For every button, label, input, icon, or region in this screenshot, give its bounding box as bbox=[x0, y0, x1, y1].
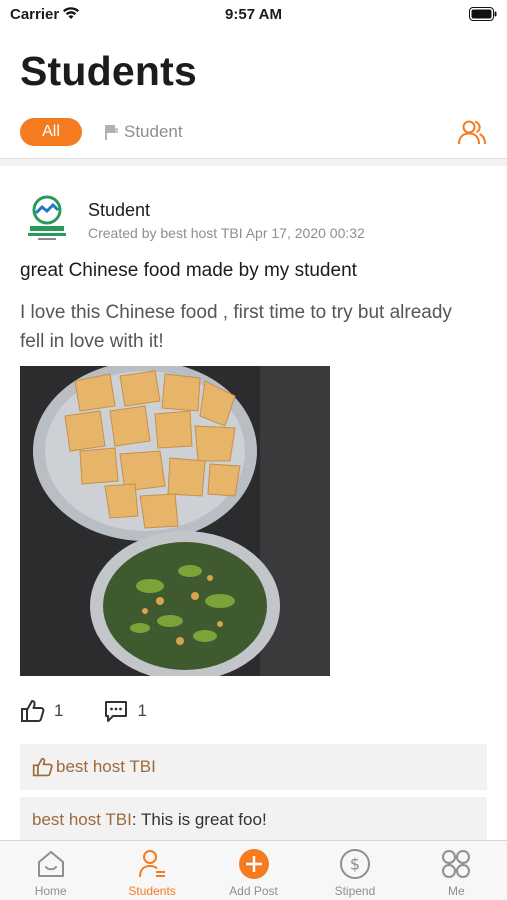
flag-icon bbox=[105, 125, 118, 140]
post-meta: Created by best host TBI Apr 17, 2020 00… bbox=[88, 225, 365, 241]
post-image[interactable] bbox=[20, 366, 330, 676]
likes-summary: best host TBI bbox=[20, 744, 487, 790]
comment-button[interactable]: 1 bbox=[103, 698, 147, 724]
tab-me-label: Me bbox=[447, 884, 465, 898]
tab-bar: Home Students Add Post $ Stipend Me bbox=[0, 840, 507, 900]
post-title: great Chinese food made by my student bbox=[20, 260, 357, 281]
tab-stipend[interactable]: $ Stipend bbox=[304, 841, 405, 900]
comment-author[interactable]: best host TBI bbox=[32, 810, 132, 830]
home-icon bbox=[37, 851, 64, 877]
dollar-icon: $ bbox=[339, 849, 370, 879]
tab-add-post[interactable]: Add Post bbox=[203, 841, 304, 900]
thumbs-up-icon bbox=[21, 700, 45, 722]
filter-row: All Student bbox=[0, 114, 507, 152]
post-body: I love this Chinese food , first time to… bbox=[20, 302, 452, 352]
add-icon bbox=[238, 849, 269, 879]
likes-user[interactable]: best host TBI bbox=[56, 757, 156, 777]
comment-text: : This is great foo! bbox=[131, 810, 267, 829]
tab-stipend-label: Stipend bbox=[334, 884, 376, 898]
status-bar: Carrier 9:57 AM bbox=[0, 0, 507, 30]
filter-all-chip[interactable]: All bbox=[20, 118, 82, 146]
comment-item: best host TBI : This is great foo! bbox=[20, 797, 487, 843]
clock: 9:57 AM bbox=[225, 6, 282, 23]
comment-icon bbox=[105, 701, 128, 722]
tab-add-post-label: Add Post bbox=[229, 884, 278, 898]
student-icon bbox=[139, 850, 166, 878]
tab-home[interactable]: Home bbox=[0, 841, 101, 900]
comment-count: 1 bbox=[137, 701, 147, 720]
post-author[interactable]: Student bbox=[88, 200, 150, 221]
like-button[interactable]: 1 bbox=[20, 698, 63, 724]
people-icon[interactable] bbox=[457, 117, 487, 147]
section-divider bbox=[0, 158, 507, 166]
like-count: 1 bbox=[54, 701, 64, 720]
battery-icon bbox=[469, 7, 497, 21]
post-actions: 1 1 bbox=[20, 698, 187, 724]
tab-home-label: Home bbox=[34, 884, 67, 898]
avatar bbox=[20, 192, 74, 246]
thumbs-up-small-icon bbox=[32, 757, 53, 777]
tab-me[interactable]: Me bbox=[406, 841, 507, 900]
filter-student-label: Student bbox=[124, 122, 183, 141]
filter-student-chip[interactable]: Student bbox=[104, 120, 183, 144]
tab-students-label: Students bbox=[128, 884, 176, 898]
grid-icon bbox=[442, 850, 471, 878]
svg-text:$: $ bbox=[350, 855, 360, 874]
page-title: Students bbox=[20, 48, 197, 94]
tab-students[interactable]: Students bbox=[101, 841, 202, 900]
